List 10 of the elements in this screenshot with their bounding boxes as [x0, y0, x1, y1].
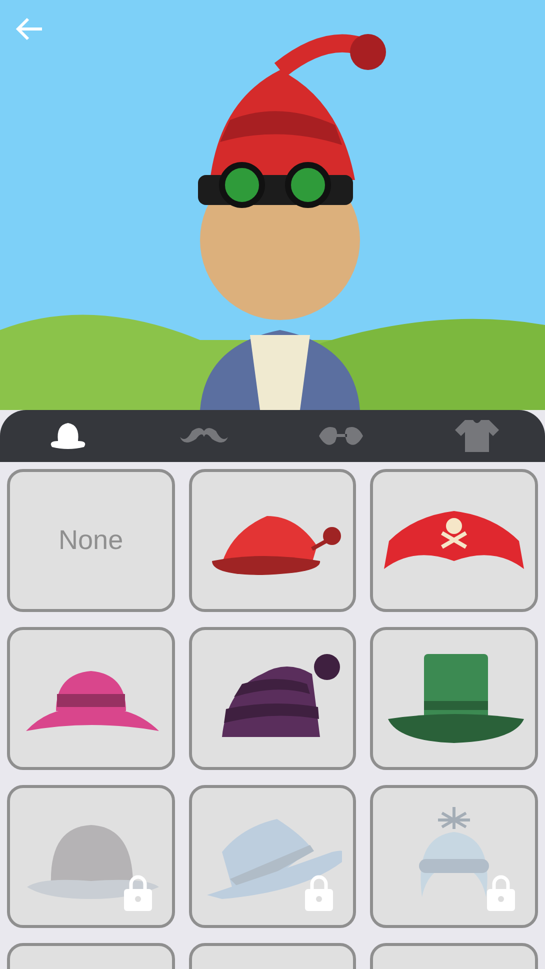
hat-option[interactable] — [188, 469, 356, 612]
shirt-icon — [454, 419, 500, 453]
hat-option[interactable] — [370, 627, 538, 770]
option-label: None — [58, 524, 124, 558]
lock-icon — [487, 874, 515, 911]
lock-icon — [305, 874, 334, 911]
hat-option[interactable] — [7, 627, 175, 770]
hat-option[interactable]: None — [7, 469, 175, 612]
hat-option[interactable] — [188, 627, 356, 770]
lock-icon — [124, 874, 152, 911]
